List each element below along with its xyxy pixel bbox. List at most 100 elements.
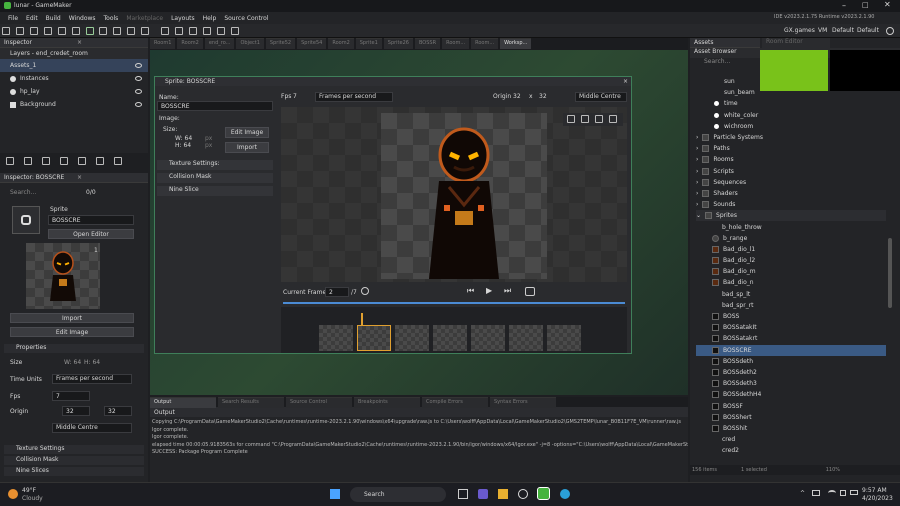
zoom-out-icon[interactable] (567, 115, 575, 123)
texture-settings-section[interactable]: Texture Settings (4, 445, 144, 454)
texture-settings-section[interactable]: Texture Settings: (157, 160, 273, 170)
current-frame-field[interactable] (325, 287, 349, 297)
undo-icon[interactable] (57, 27, 66, 35)
open-editor-button[interactable]: Open Editor (48, 229, 134, 239)
settings-icon[interactable] (161, 27, 170, 35)
onion-skin-icon[interactable] (525, 287, 535, 296)
eye-icon[interactable] (135, 89, 142, 94)
tray-chevron-icon[interactable]: ^ (800, 490, 805, 497)
folder-sequences[interactable]: › Sequences (696, 177, 886, 188)
origin-x[interactable]: 32 (513, 93, 521, 100)
add-asset-icon[interactable] (78, 157, 86, 165)
eye-icon[interactable] (135, 63, 142, 68)
weather-icon[interactable] (8, 489, 18, 499)
import-button[interactable]: Import (225, 142, 269, 153)
zoom-fit-icon[interactable] (595, 115, 603, 123)
tab-sprite52[interactable]: Sprite52 (265, 38, 296, 49)
sprite-canvas[interactable] (281, 107, 627, 282)
tab-compile-errors[interactable]: Compile Errors (422, 397, 488, 408)
zoom-in-icon[interactable] (581, 115, 589, 123)
tab-bossr[interactable]: BOSSR (414, 38, 441, 49)
teams-icon[interactable] (478, 489, 488, 499)
origin-mode-select[interactable]: Middle Centre (575, 92, 627, 102)
asset-bosscre[interactable]: BOSSCRE (696, 344, 886, 356)
create-exe-icon[interactable] (141, 27, 150, 35)
battery-icon[interactable] (850, 490, 858, 495)
tab-room2[interactable]: Room2 (177, 38, 203, 49)
origin-x-field[interactable] (62, 406, 90, 416)
file-explorer-icon[interactable] (498, 489, 508, 499)
workspace-icon[interactable] (230, 27, 239, 35)
zoom-level[interactable]: 110% (826, 467, 840, 473)
close-window-icon[interactable]: ✕ (884, 0, 891, 9)
edge-icon[interactable] (560, 489, 570, 499)
frame-thumb[interactable] (471, 325, 505, 351)
add-instance-icon[interactable] (24, 157, 32, 165)
folder-particle-systems[interactable]: › Particle Systems (696, 132, 886, 143)
asset-bad-spr-rt[interactable]: bad_spr_rt (696, 300, 886, 311)
edit-image-button[interactable]: Edit Image (225, 127, 269, 138)
tab-object1[interactable]: Object1 (236, 38, 264, 49)
loop-icon[interactable] (361, 287, 369, 295)
frame-thumb[interactable] (509, 325, 543, 351)
play-icon[interactable]: ▶ (486, 286, 492, 295)
edit-image-button[interactable]: Edit Image (10, 327, 134, 337)
time-units-select[interactable]: Frames per second (52, 374, 132, 384)
nine-slices-section[interactable]: Nine Slices (4, 467, 144, 476)
redo-icon[interactable] (71, 27, 80, 35)
folder-sprites[interactable]: ⌄ Sprites (696, 210, 886, 222)
menu-file[interactable]: File (8, 15, 18, 22)
frame-thumb[interactable] (433, 325, 467, 351)
menu-layouts[interactable]: Layouts (171, 15, 195, 22)
layer-row-hp[interactable]: hp_lay (0, 85, 148, 98)
close-tab-icon[interactable]: × (77, 39, 82, 46)
clock-date[interactable]: 4/20/2023 (862, 495, 893, 502)
origin-mode-select[interactable]: Middle Centre (52, 423, 132, 433)
tab-sprite54[interactable]: Sprite54 (297, 38, 327, 49)
origin-y[interactable]: 32 (539, 93, 547, 100)
folder-paths[interactable]: › Paths (696, 143, 886, 154)
asset-b-range[interactable]: b_range (696, 233, 886, 244)
asset-bossdeth[interactable]: BOSSdeth (696, 356, 886, 367)
unreal-icon[interactable] (518, 489, 528, 499)
eye-icon[interactable] (135, 102, 142, 107)
frame-thumb[interactable] (319, 325, 353, 351)
assets-scrollbar[interactable] (888, 238, 892, 308)
asset-cred[interactable]: cred (696, 434, 886, 445)
collision-mask-section[interactable]: Collision Mask (4, 456, 144, 465)
menu-windows[interactable]: Windows (69, 15, 96, 22)
tab-room1[interactable]: Room1 (150, 38, 176, 49)
settings-gear-icon[interactable] (886, 27, 894, 35)
collision-mask-section[interactable]: Collision Mask (157, 173, 273, 183)
next-frame-icon[interactable]: ⏭ (504, 286, 511, 296)
clock-time[interactable]: 9:57 AM (862, 487, 887, 494)
asset-bossdethh4[interactable]: BOSSdethH4 (696, 389, 886, 400)
taskbar-search[interactable]: Search (350, 487, 446, 502)
asset-bossdeth2[interactable]: BOSSdeth2 (696, 367, 886, 378)
asset-white-coler[interactable]: white_coler (696, 110, 886, 121)
asset-bossatakrt[interactable]: BOSSatakrt (696, 333, 886, 344)
add-layer-icon[interactable] (6, 157, 14, 165)
nine-slice-section[interactable]: Nine Slice (157, 186, 273, 196)
asset-bad-dio-l1[interactable]: Bad_dio_l1 (696, 244, 886, 255)
menu-tools[interactable]: Tools (104, 15, 119, 22)
inspector-name-field[interactable] (48, 215, 134, 225)
tab-end-room[interactable]: end_ro... (204, 38, 235, 49)
folder-rooms[interactable]: › Rooms (696, 154, 886, 165)
tab-source-control[interactable]: Source Control (286, 397, 352, 408)
asset-bad-dio-l2[interactable]: Bad_dio_l2 (696, 255, 886, 266)
inspector-search[interactable]: Search... (10, 189, 80, 198)
windows-start-icon[interactable] (330, 489, 340, 499)
target-config[interactable]: VM (818, 27, 827, 34)
zoom-reset-icon[interactable] (216, 27, 225, 35)
open-project-icon[interactable] (15, 27, 24, 35)
frame-timeline-bar[interactable] (283, 302, 625, 304)
target-account[interactable]: GX.games (784, 27, 815, 34)
close-window-icon[interactable]: × (623, 78, 628, 85)
previous-frame-icon[interactable]: ⏮ (467, 286, 474, 296)
tab-sprite1[interactable]: Sprite1 (355, 38, 382, 49)
fps-value[interactable]: 7 (293, 93, 297, 100)
tab-room-a[interactable]: Room... (442, 38, 470, 49)
asset-bossatakit[interactable]: BOSSatakIt (696, 322, 886, 333)
maximize-icon[interactable]: □ (862, 1, 869, 9)
